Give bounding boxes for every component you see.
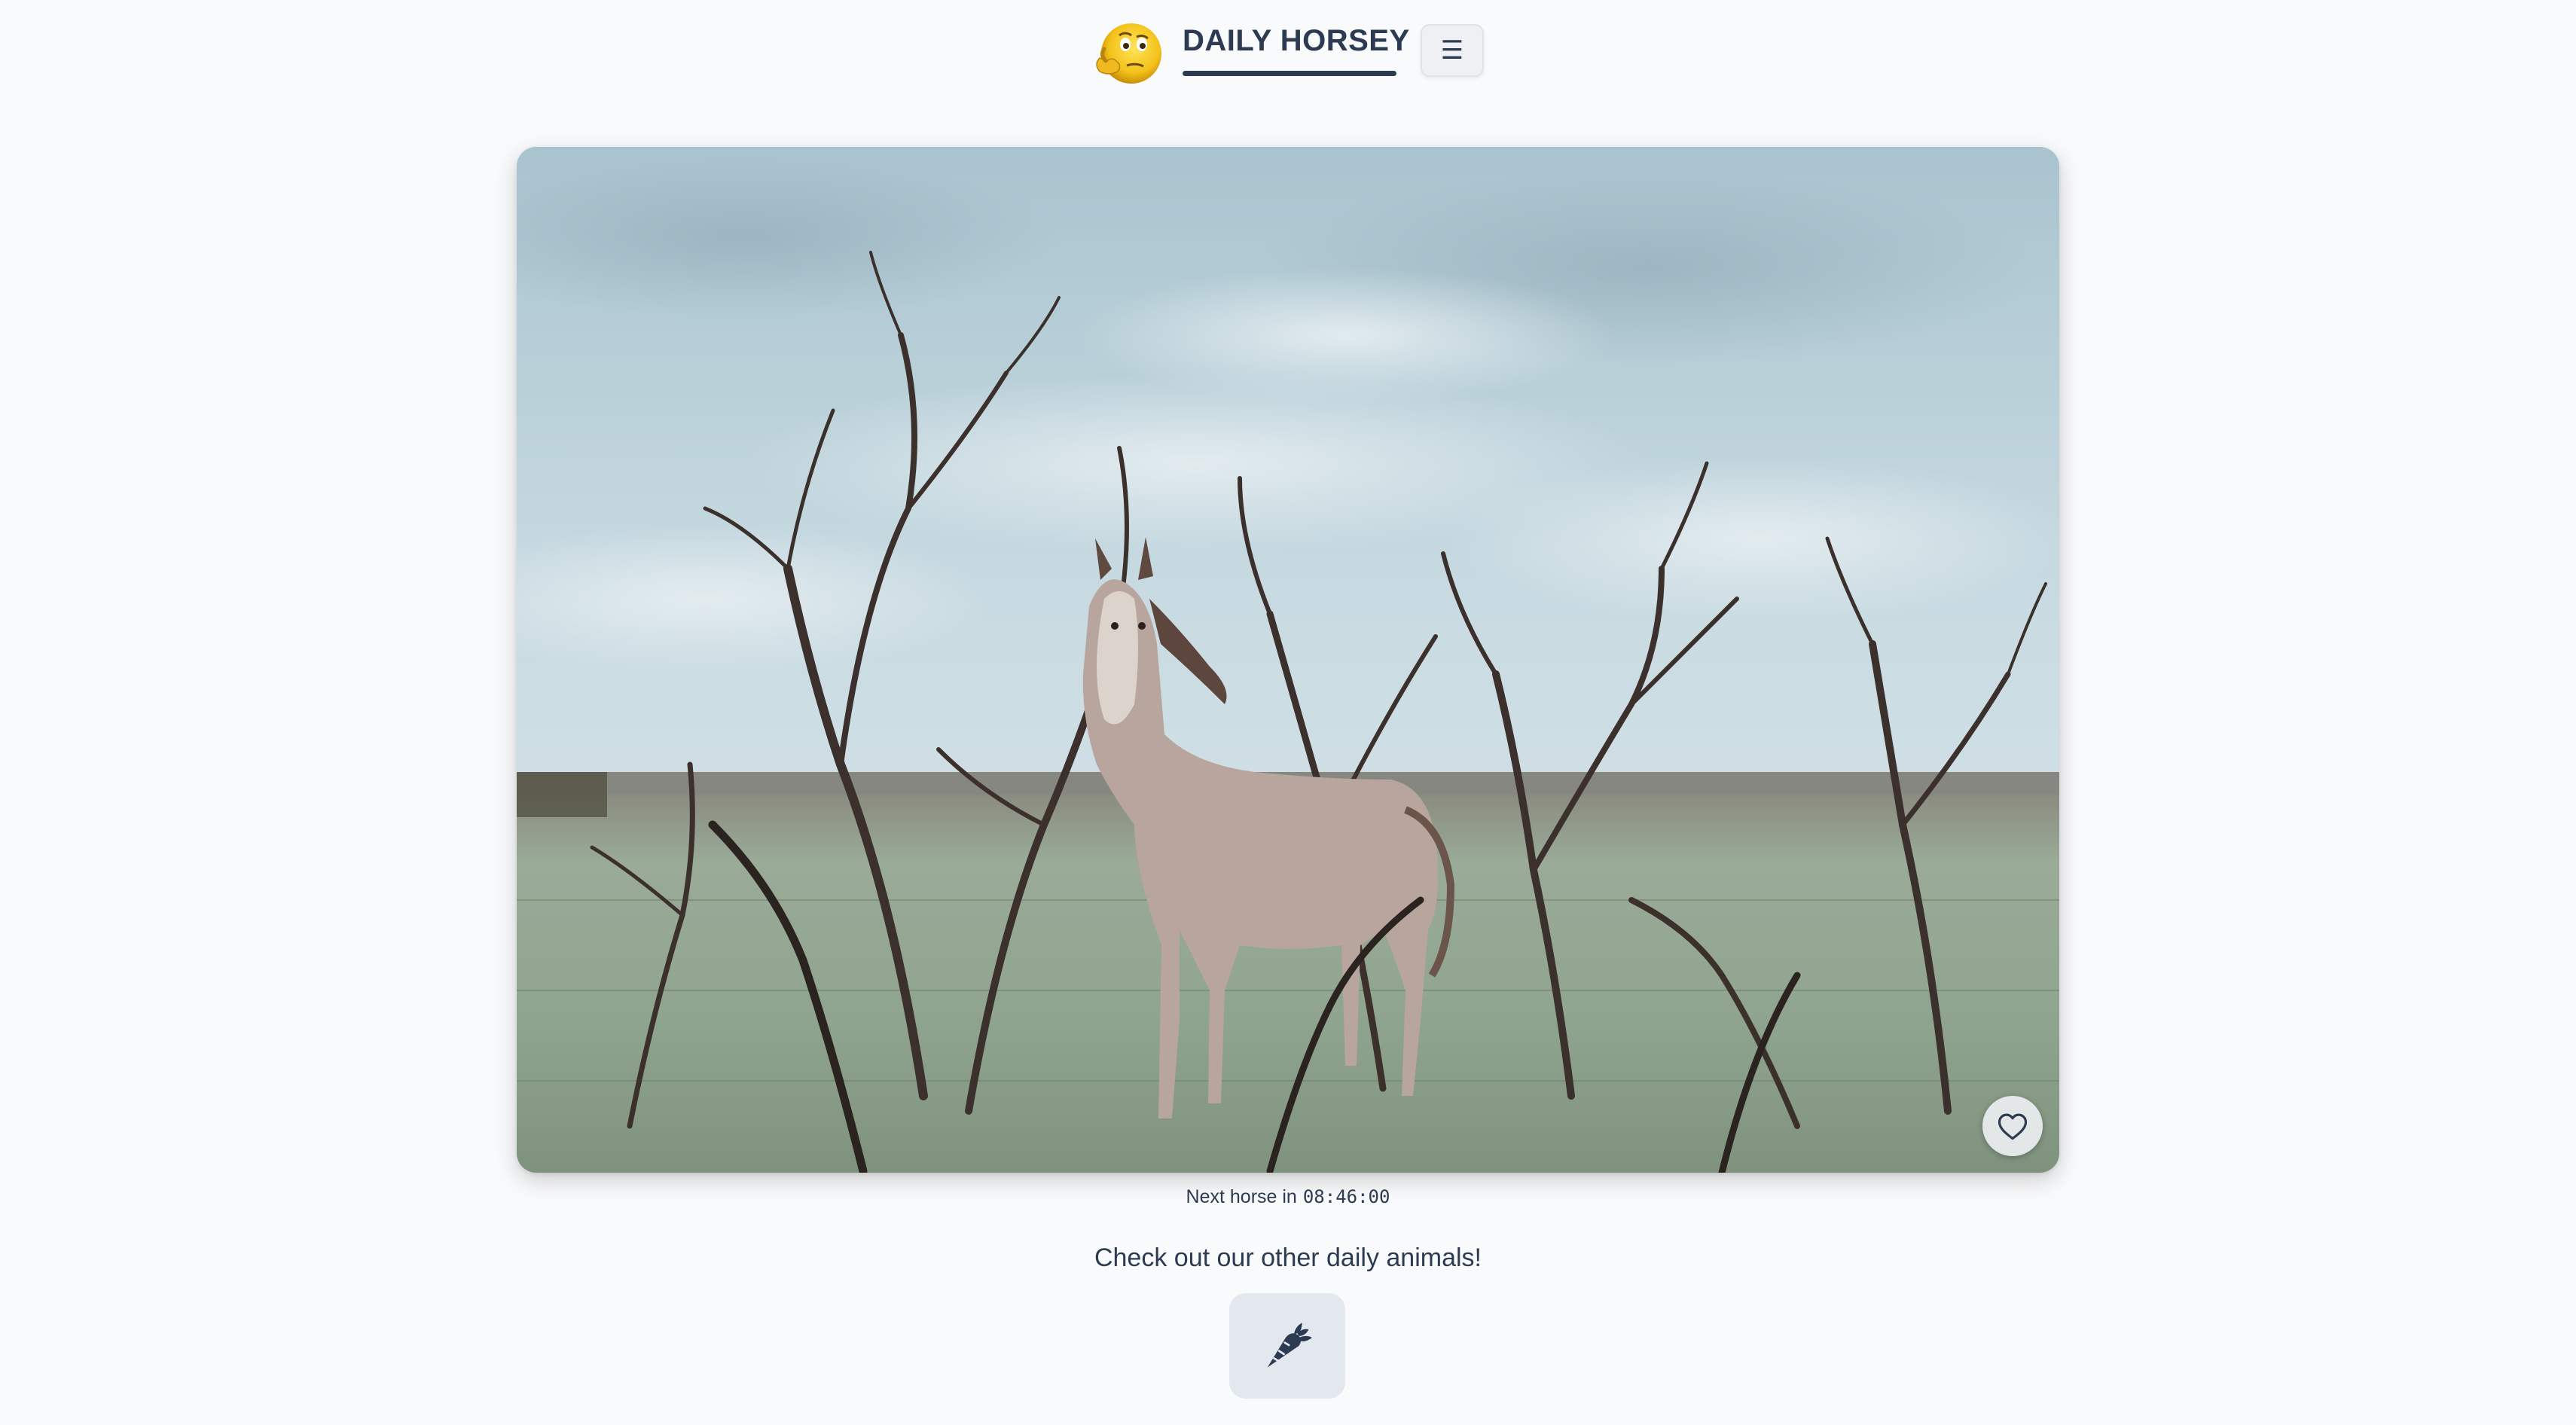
- countdown-label: Next horse in: [1186, 1186, 1297, 1207]
- carrot-icon: [1267, 1323, 1312, 1368]
- site-header: DAILY HORSEY ☰: [0, 17, 2576, 92]
- daily-carrot-link[interactable]: [1229, 1293, 1345, 1399]
- heart-icon: [1998, 1113, 2028, 1140]
- countdown-time: 08:46:00: [1302, 1186, 1390, 1207]
- next-horse-countdown: Next horse in 08:46:00: [0, 1184, 2576, 1210]
- daily-horse-photo: [517, 147, 2059, 1173]
- other-animals-heading: Check out our other daily animals!: [1094, 1243, 1482, 1272]
- horse-foal-photo: [517, 147, 2059, 1173]
- favorite-button[interactable]: [1982, 1096, 2043, 1156]
- thinking-emoji-icon[interactable]: [1089, 19, 1164, 87]
- page: DAILY HORSEY ☰ Next horse in 08:46:00 Ch…: [0, 0, 2576, 1425]
- title-underline: [1183, 71, 1396, 76]
- menu-button[interactable]: ☰: [1421, 24, 1484, 77]
- site-title[interactable]: DAILY HORSEY: [1183, 26, 1410, 56]
- hamburger-menu-icon: ☰: [1440, 36, 1464, 65]
